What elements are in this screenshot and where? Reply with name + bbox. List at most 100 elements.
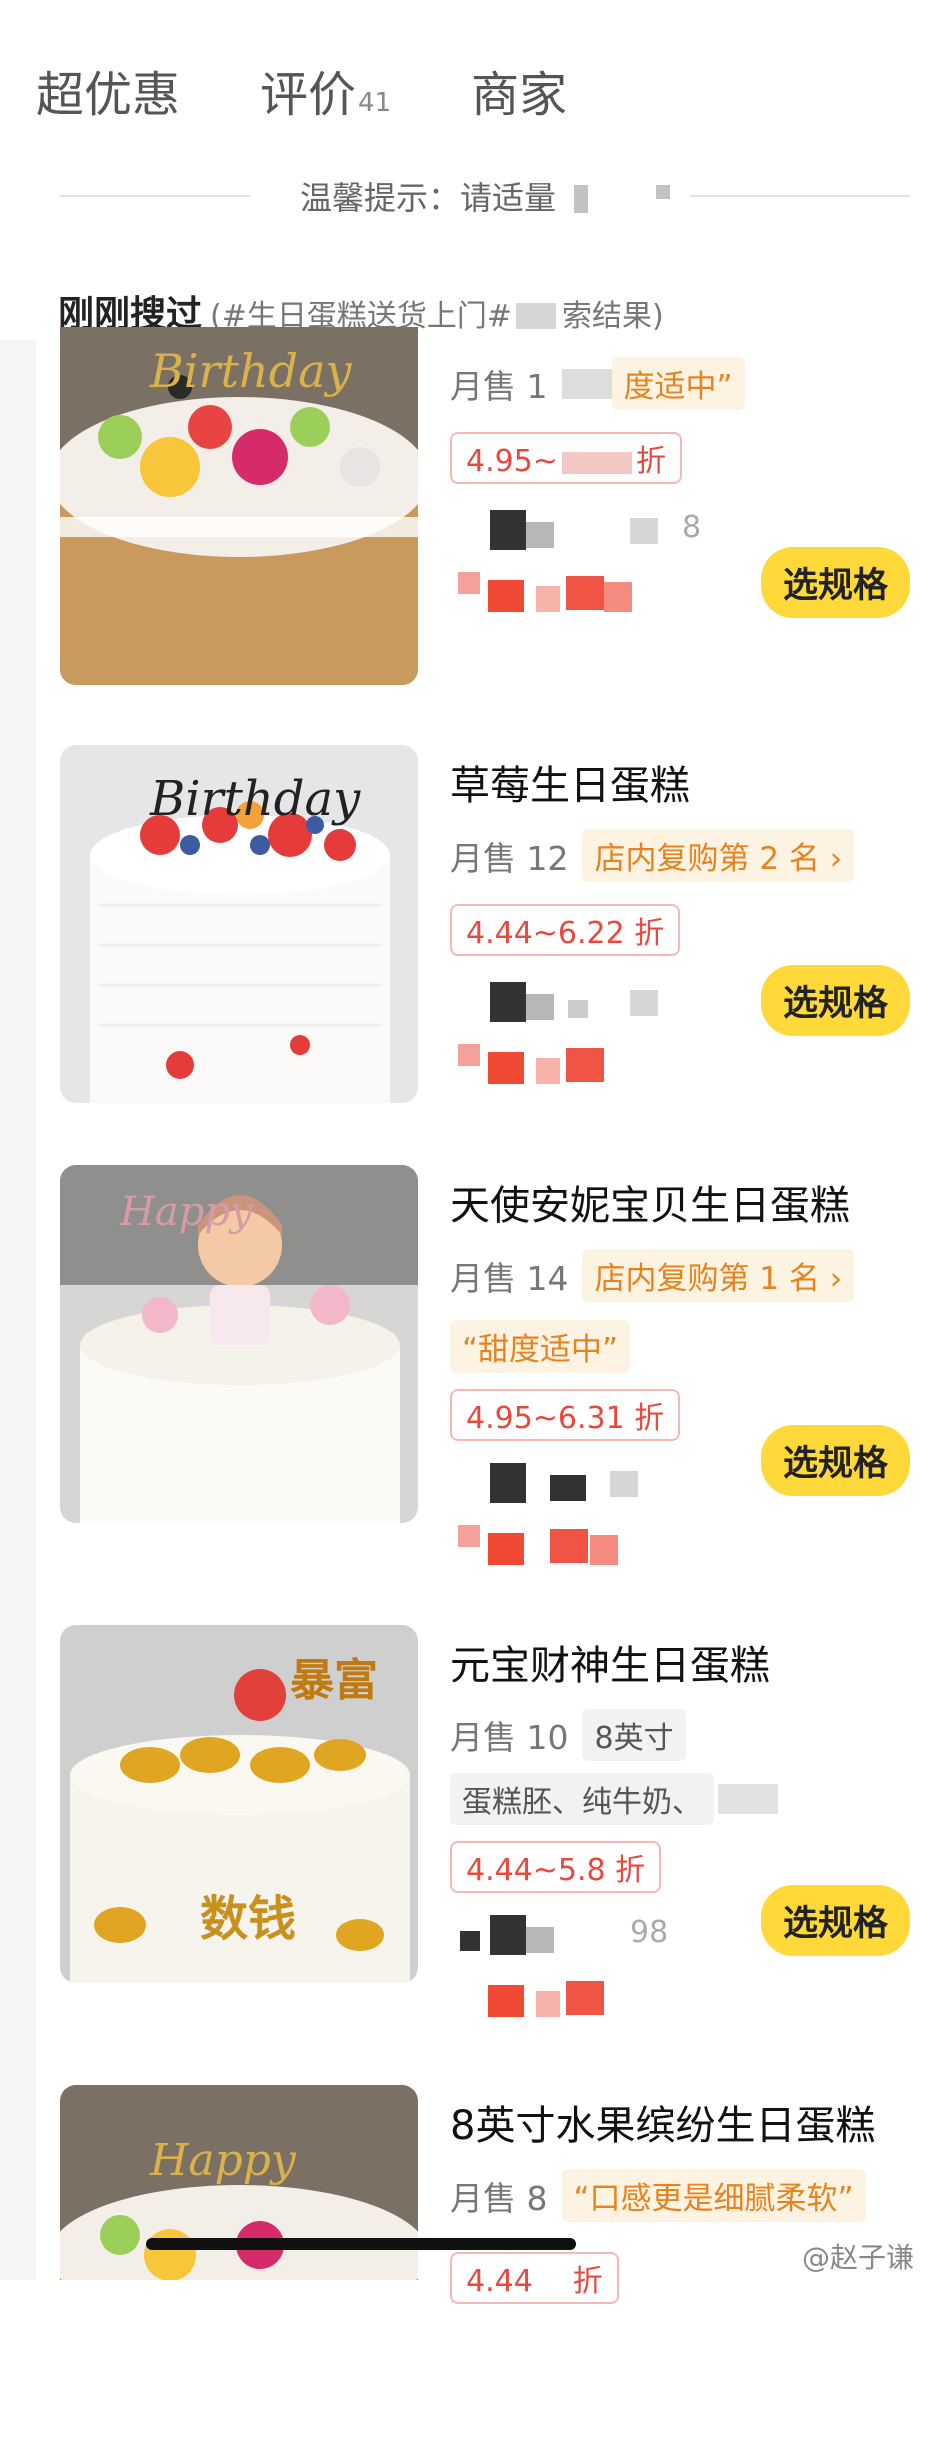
product-info: 草莓生日蛋糕 月售 12 店内复购第 2 名 › 4.44~6.22 折: [450, 745, 920, 1105]
home-indicator[interactable]: [146, 2238, 576, 2250]
product-image[interactable]: Happy: [60, 1165, 418, 1523]
original-price: 98: [630, 1915, 669, 1950]
product-image[interactable]: 暴富 数钱: [60, 1625, 418, 1983]
monthly-sales: 月售 10: [450, 1718, 569, 1757]
promo-mosaic: [450, 1515, 920, 1565]
repurchase-rank-tag[interactable]: 店内复购第 2 名 ›: [582, 829, 855, 882]
discount-badge: 4.44~6.22 折: [450, 904, 681, 956]
fruit-cake-image: Birthday: [60, 327, 418, 685]
promo-mosaic-block: [566, 1981, 604, 2015]
discount-badge: 4.44~5.8 折: [450, 1841, 662, 1893]
watermark: @赵子谦: [801, 2241, 914, 2274]
promo-mosaic-block: [488, 1052, 524, 1084]
svg-text:暴富: 暴富: [290, 1655, 378, 1706]
price-mosaic: [550, 1475, 586, 1501]
promo-mosaic-block: [550, 1529, 588, 1563]
select-spec-button[interactable]: 选规格: [760, 547, 910, 618]
product-item[interactable]: Happy 8英寸水果缤纷生日蛋糕 月售 8 “口感更是细腻柔软” 4.44 折: [60, 2085, 920, 2304]
tab-merchant-label: 商家: [471, 67, 568, 123]
product-item[interactable]: Birthday 草莓生日蛋糕 月售 12 店内复购第 2 名 › 4.44~6…: [60, 745, 920, 1105]
size-tag: 8英寸: [582, 1709, 686, 1761]
monthly-sales: 月售 8: [450, 2178, 548, 2218]
tab-reviews[interactable]: 评价41: [260, 55, 391, 125]
monthly-sales: 月售 12: [450, 838, 569, 878]
svg-text:Birthday: Birthday: [149, 771, 361, 827]
price-mosaic: [460, 1931, 480, 1951]
tab-reviews-label: 评价: [260, 67, 357, 123]
discount-badge: 4.44 折: [450, 2252, 619, 2304]
promo-mosaic-block: [458, 1044, 480, 1066]
tip-mosaic-2: [656, 185, 670, 199]
warm-tip-text: 温馨提示：请适量: [300, 179, 557, 217]
price-mosaic: [490, 1463, 526, 1503]
price-mosaic: [568, 1000, 588, 1018]
svg-text:数钱: 数钱: [200, 1891, 296, 1947]
price-mosaic: [630, 518, 658, 544]
promo-mosaic-block: [604, 582, 632, 612]
promo-mosaic-block: [590, 1535, 618, 1565]
select-spec-button[interactable]: 选规格: [760, 965, 910, 1036]
discount-badge: 4.95~ 折: [450, 432, 682, 484]
promo-mosaic: [450, 1967, 920, 2017]
product-item[interactable]: Happy 天使安妮宝贝生日蛋糕 月售 14 店内复购第 1 名 › “甜度适中…: [60, 1165, 920, 1565]
original-price: 8: [682, 510, 702, 545]
promo-mosaic-block: [536, 1058, 560, 1084]
mosaic: [561, 451, 632, 474]
repurchase-rank-tag[interactable]: 店内复购第 1 名 ›: [582, 1249, 855, 1302]
product-image[interactable]: Birthday: [60, 327, 418, 685]
category-sidebar[interactable]: [0, 340, 36, 2280]
discount-text: 4.95~: [466, 444, 558, 479]
mosaic: [718, 1784, 778, 1814]
fruit-cake-image: Happy: [60, 2085, 418, 2280]
promo-mosaic-block: [566, 1048, 604, 1082]
promo-mosaic-block: [566, 576, 604, 610]
promo-mosaic-block: [458, 572, 480, 594]
discount-suffix: 折: [635, 444, 666, 479]
product-info: 月售 1 度适中” 4.95~ 折 8: [450, 327, 920, 687]
recent-mosaic: [516, 303, 556, 329]
ingredients-tag: 蛋糕胚、纯牛奶、: [450, 1773, 714, 1825]
select-spec-button[interactable]: 选规格: [760, 1885, 910, 1956]
monthly-sales: 月售 1: [450, 366, 548, 406]
promo-mosaic-block: [458, 1525, 480, 1547]
product-name: 元宝财神生日蛋糕: [450, 1643, 770, 1689]
product-tag: 度适中”: [611, 357, 745, 410]
tab-merchant[interactable]: 商家: [471, 55, 567, 125]
price-mosaic: [526, 522, 554, 548]
review-count: 41: [358, 88, 392, 118]
promo-mosaic-block: [488, 580, 524, 612]
discount-suffix: 折: [572, 2264, 603, 2299]
yuanbao-cake-image: 暴富 数钱: [60, 1625, 418, 1983]
product-image[interactable]: Birthday: [60, 745, 418, 1103]
tip-mosaic: [574, 185, 588, 213]
select-spec-button[interactable]: 选规格: [760, 1425, 910, 1496]
promo-mosaic-block: [488, 1985, 524, 2017]
sweetness-tag: “甜度适中”: [450, 1320, 631, 1373]
price-mosaic: [490, 510, 526, 550]
product-item[interactable]: 暴富 数钱 元宝财神生日蛋糕 月售 10 8英寸 蛋糕胚、纯牛奶、 4.44~5…: [60, 1625, 920, 2025]
svg-text:Happy: Happy: [119, 1189, 254, 1235]
texture-tag: “口感更是细腻柔软”: [561, 2169, 866, 2222]
price-mosaic: [490, 982, 526, 1022]
tip-divider-left: [60, 195, 250, 197]
product-item[interactable]: Birthday 月售 1 度适中” 4.95~ 折 8 选规格: [60, 327, 920, 687]
price-mosaic: [526, 1927, 554, 1953]
price-mosaic: [610, 1471, 638, 1497]
tab-deals-label: 超优惠: [36, 67, 181, 123]
top-tabs: 超优惠 评价41 商家: [36, 55, 647, 125]
tab-deals[interactable]: 超优惠: [36, 55, 180, 125]
angel-cake-image: Happy: [60, 1165, 418, 1523]
mosaic: [561, 368, 612, 399]
product-image[interactable]: Happy: [60, 2085, 418, 2280]
promo-mosaic-block: [488, 1533, 524, 1565]
price-mosaic: [526, 994, 554, 1020]
price-mosaic: [490, 1915, 526, 1955]
price-mosaic: [630, 990, 658, 1016]
svg-text:Birthday: Birthday: [149, 344, 352, 398]
promo-mosaic: [450, 1034, 920, 1084]
discount-badge: 4.95~6.31 折: [450, 1389, 681, 1441]
monthly-sales: 月售 14: [450, 1258, 569, 1298]
discount-text: 4.44: [466, 2264, 533, 2299]
promo-mosaic-block: [536, 1991, 560, 2017]
strawberry-cake-image: Birthday: [60, 745, 418, 1103]
